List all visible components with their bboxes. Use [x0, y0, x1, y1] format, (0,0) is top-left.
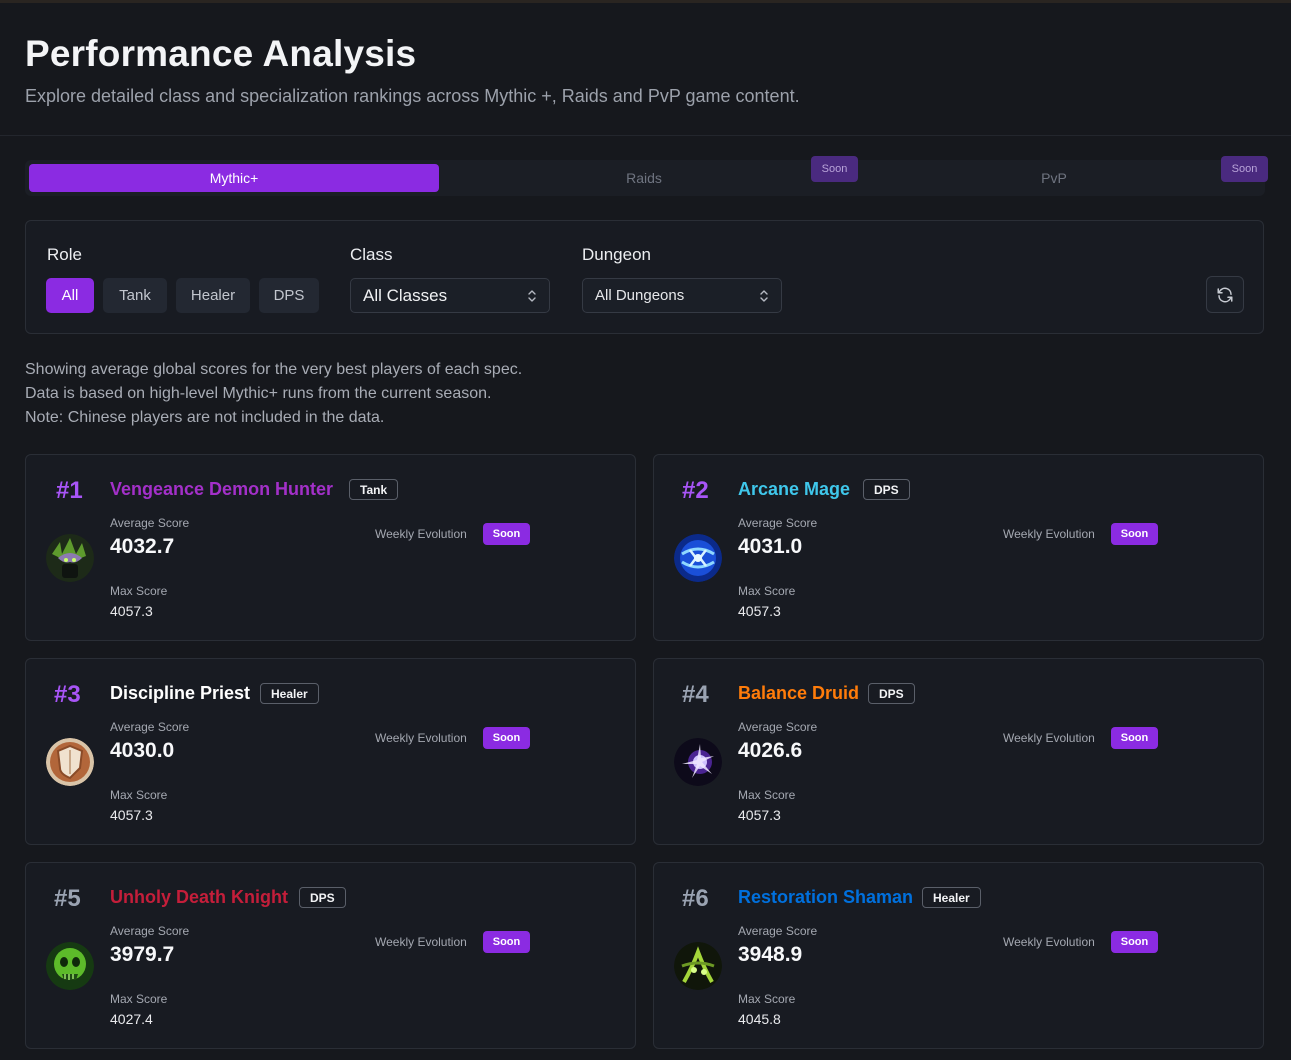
spec-name: Vengeance Demon Hunter [110, 479, 334, 499]
role-badge: DPS [868, 683, 915, 704]
rank-number: #3 [54, 681, 81, 708]
info-text: Showing average global scores for the ve… [25, 358, 522, 430]
role-badge: DPS [299, 887, 346, 908]
max-score-value: 4057.3 [738, 603, 781, 619]
role-badge: Tank [349, 479, 399, 500]
max-score-value: 4027.4 [110, 1011, 153, 1027]
max-score-label: Max Score [738, 788, 796, 802]
average-score-value: 3979.7 [110, 943, 175, 966]
role-dps-button[interactable]: DPS [259, 278, 319, 313]
rank-number: #6 [682, 885, 709, 912]
refresh-button[interactable] [1206, 276, 1244, 313]
ranking-card[interactable]: #4 Balance Druid DPS Average Score 4026.… [653, 658, 1264, 845]
role-healer-button[interactable]: Healer [176, 278, 250, 313]
ranking-card[interactable]: #3 Discipline Priest Healer Average Scor… [25, 658, 636, 845]
role-label: Role [47, 245, 82, 264]
rank-number: #4 [682, 681, 709, 708]
max-score-value: 4057.3 [110, 603, 153, 619]
balance-druid-icon [674, 738, 722, 786]
weekly-evolution-label: Weekly Evolution [1003, 731, 1095, 745]
dungeon-select-value: All Dungeons [595, 287, 685, 304]
filter-panel: Role Class Dungeon All Tank Healer DPS A… [25, 220, 1264, 334]
class-select[interactable]: All Classes [350, 278, 550, 313]
average-score-label: Average Score [738, 720, 818, 734]
raids-soon-badge: Soon [811, 156, 858, 182]
max-score-label: Max Score [110, 584, 168, 598]
role-badge: Healer [260, 683, 319, 704]
average-score-label: Average Score [110, 516, 190, 530]
average-score-value: 3948.9 [738, 943, 803, 966]
restoration-shaman-icon [674, 942, 722, 990]
chevron-updown-icon [760, 290, 768, 302]
tab-pvp[interactable]: PvP [849, 164, 1259, 192]
max-score-label: Max Score [110, 992, 168, 1006]
soon-badge: Soon [1111, 931, 1158, 953]
info-line: Note: Chinese players are not included i… [25, 409, 385, 426]
dungeon-label: Dungeon [582, 245, 652, 264]
max-score-value: 4057.3 [110, 807, 153, 823]
role-badge: DPS [863, 479, 910, 500]
tab-mythic-plus[interactable]: Mythic+ [29, 164, 439, 192]
rank-number: #1 [56, 477, 83, 504]
role-tank-button[interactable]: Tank [103, 278, 167, 313]
role-all-button[interactable]: All [46, 278, 94, 313]
average-score-value: 4030.0 [110, 739, 175, 762]
soon-badge: Soon [483, 727, 530, 749]
weekly-evolution-label: Weekly Evolution [375, 527, 467, 541]
discipline-priest-icon [46, 738, 94, 786]
max-score-label: Max Score [738, 584, 796, 598]
class-select-value: All Classes [363, 285, 448, 305]
average-score-value: 4031.0 [738, 535, 803, 558]
ranking-card[interactable]: #5 Unholy Death Knight DPS Average Score… [25, 862, 636, 1049]
info-line: Showing average global scores for the ve… [25, 361, 523, 378]
spec-name: Unholy Death Knight [110, 887, 288, 907]
average-score-label: Average Score [738, 516, 818, 530]
weekly-evolution-label: Weekly Evolution [1003, 935, 1095, 949]
max-score-value: 4057.3 [738, 807, 781, 823]
ranking-card[interactable]: #1 Vengeance Demon Hunter Tank Average S… [25, 454, 636, 641]
role-badge: Healer [922, 887, 981, 908]
spec-name: Restoration Shaman [738, 887, 914, 907]
spec-name: Discipline Priest [110, 683, 251, 703]
arcane-mage-icon [674, 534, 722, 582]
demon-hunter-icon [46, 534, 94, 582]
weekly-evolution-label: Weekly Evolution [375, 935, 467, 949]
average-score-value: 4032.7 [110, 535, 175, 558]
spec-name: Balance Druid [738, 683, 860, 703]
tab-raids[interactable]: Raids [439, 164, 849, 192]
page-subtitle: Explore detailed class and specializatio… [25, 86, 800, 106]
class-label: Class [350, 245, 393, 264]
ranking-card[interactable]: #2 Arcane Mage DPS Average Score 4031.0 … [653, 454, 1264, 641]
page-title: Performance Analysis [25, 33, 417, 74]
info-line: Data is based on high-level Mythic+ runs… [25, 385, 492, 402]
soon-badge: Soon [1111, 523, 1158, 545]
max-score-label: Max Score [110, 788, 168, 802]
average-score-label: Average Score [110, 924, 190, 938]
average-score-label: Average Score [110, 720, 190, 734]
soon-badge: Soon [1111, 727, 1158, 749]
unholy-death-knight-icon [46, 942, 94, 990]
soon-badge: Soon [483, 931, 530, 953]
max-score-label: Max Score [738, 992, 796, 1006]
average-score-label: Average Score [738, 924, 818, 938]
rank-number: #5 [54, 885, 81, 912]
average-score-value: 4026.6 [738, 739, 803, 762]
dungeon-select[interactable]: All Dungeons [582, 278, 782, 313]
rank-number: #2 [682, 477, 709, 504]
weekly-evolution-label: Weekly Evolution [1003, 527, 1095, 541]
content-tabs: Mythic+ Raids PvP Soon Soon [25, 156, 1268, 196]
pvp-soon-badge: Soon [1221, 156, 1268, 182]
ranking-card[interactable]: #6 Restoration Shaman Healer Average Sco… [653, 862, 1264, 1049]
spec-name: Arcane Mage [738, 479, 851, 499]
chevron-updown-icon [528, 290, 536, 302]
max-score-value: 4045.8 [738, 1011, 781, 1027]
weekly-evolution-label: Weekly Evolution [375, 731, 467, 745]
refresh-icon [1217, 287, 1233, 302]
page-header: Performance Analysis Explore detailed cl… [0, 3, 1291, 136]
soon-badge: Soon [483, 523, 530, 545]
